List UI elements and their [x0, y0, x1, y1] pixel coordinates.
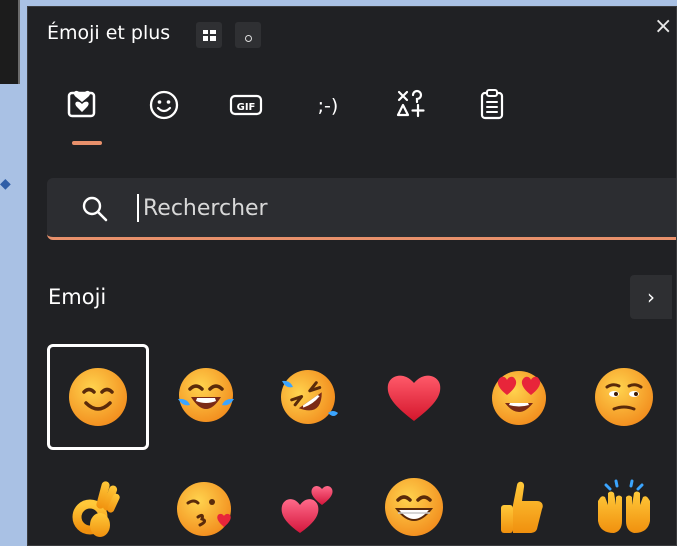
emoji-cell[interactable] — [155, 344, 257, 450]
clipboard-icon — [480, 89, 504, 120]
rolling-on-floor-laughing-icon — [281, 370, 338, 424]
emoji-cell[interactable] — [47, 344, 149, 450]
smiling-face-icon — [69, 368, 127, 426]
emoji-cell[interactable] — [468, 454, 570, 545]
text-caret — [137, 194, 139, 222]
beaming-face-icon — [385, 478, 443, 536]
smiley-icon — [149, 90, 179, 120]
heart-box-icon — [67, 90, 96, 118]
unamused-face-icon — [595, 368, 653, 426]
section-title-emoji: Emoji — [48, 285, 107, 309]
background-arrow-icon: ◆ — [0, 176, 11, 192]
section-next-button[interactable]: › — [630, 275, 672, 319]
emoji-cell[interactable] — [363, 454, 465, 545]
emoji-cell[interactable] — [155, 454, 257, 545]
chevron-right-icon: › — [647, 285, 655, 309]
emoji-cell[interactable] — [573, 454, 675, 545]
emoji-cell[interactable] — [257, 344, 359, 450]
face-blowing-kiss-icon — [177, 482, 231, 536]
emoji-panel: Émoji et plus × GIF ;-) Rechercher Emoji… — [27, 6, 677, 546]
emoji-cell[interactable] — [257, 454, 359, 545]
search-input[interactable] — [141, 190, 565, 226]
tab-kaomoji[interactable]: ;-) — [302, 87, 354, 131]
heart-eyes-icon — [492, 371, 546, 425]
svg-text:GIF: GIF — [237, 102, 256, 113]
tab-gif[interactable]: GIF — [220, 87, 272, 131]
red-heart-icon — [387, 375, 441, 421]
svg-text:;-): ;-) — [318, 95, 339, 117]
face-with-tears-of-joy-icon — [178, 368, 234, 422]
close-icon[interactable]: × — [654, 14, 672, 39]
grid-layout-icon[interactable] — [196, 22, 222, 48]
tab-emoji[interactable] — [138, 87, 190, 131]
emoji-cell[interactable] — [363, 344, 465, 450]
tab-symbols[interactable] — [384, 87, 436, 131]
gif-icon: GIF — [229, 94, 263, 116]
emoji-cell[interactable] — [573, 344, 675, 450]
two-hearts-icon — [281, 486, 333, 533]
selected-tab-indicator — [72, 141, 102, 145]
tab-clipboard[interactable] — [466, 87, 518, 131]
raising-hands-icon — [598, 479, 650, 533]
symbols-icon — [396, 89, 425, 118]
panel-title: Émoji et plus — [47, 22, 171, 44]
more-dot-icon[interactable] — [235, 22, 261, 48]
ok-hand-icon — [72, 481, 120, 537]
emoji-cell[interactable] — [47, 454, 149, 545]
background-window-fragment — [0, 0, 20, 84]
thumbs-up-icon — [501, 481, 543, 533]
tab-favorites[interactable] — [56, 87, 108, 131]
search-box[interactable] — [47, 178, 676, 240]
emoji-cell[interactable] — [468, 344, 570, 450]
search-icon — [82, 196, 108, 222]
kaomoji-icon: ;-) — [318, 95, 339, 117]
